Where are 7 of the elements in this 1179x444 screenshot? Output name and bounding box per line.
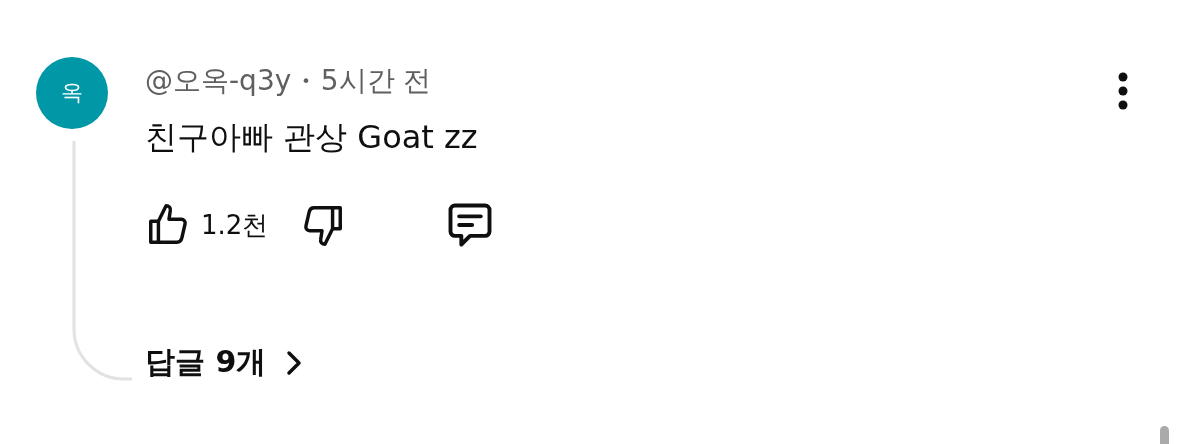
like-count: 1.2천: [201, 208, 269, 242]
avatar[interactable]: 옥: [36, 57, 108, 129]
author-name[interactable]: @오옥-q3y: [145, 62, 292, 100]
comment-text: 친구아빠 관상 Goat zz: [145, 117, 479, 158]
separator: •: [301, 71, 311, 91]
replies-button[interactable]: 답글 9개: [145, 342, 1089, 383]
comment-time: 5시간 전: [320, 63, 432, 99]
